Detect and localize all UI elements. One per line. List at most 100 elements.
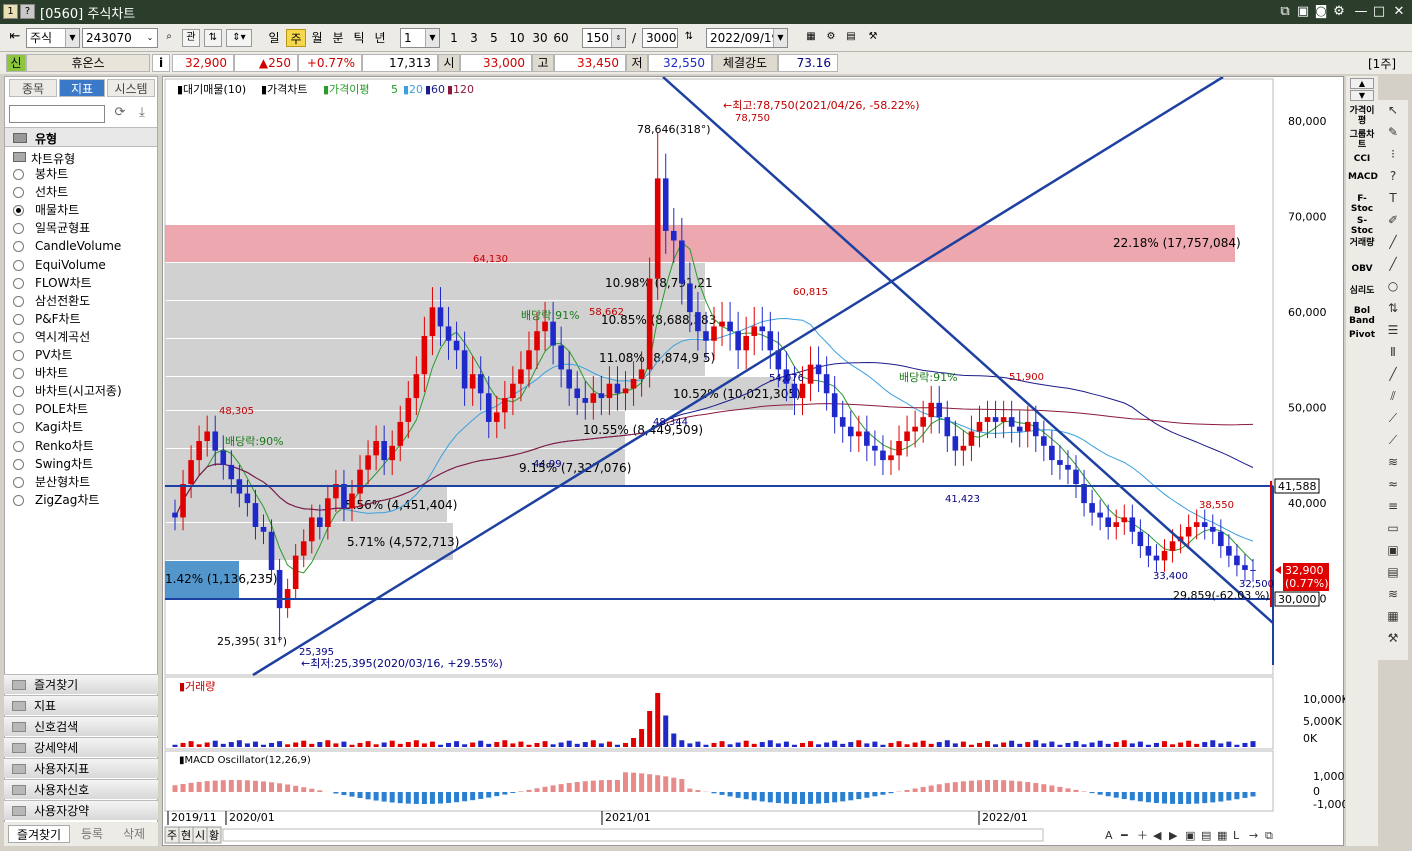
- fib-icon[interactable]: ⇅: [1382, 298, 1404, 318]
- date-input[interactable]: 2022/09/19 ▼: [706, 28, 788, 48]
- candle-body[interactable]: [1000, 417, 1007, 422]
- radio-button[interactable]: [13, 313, 24, 325]
- text-icon[interactable]: T: [1382, 188, 1404, 208]
- candle-body[interactable]: [268, 531, 275, 570]
- candle-body[interactable]: [1032, 421, 1039, 437]
- period-day[interactable]: 일: [264, 29, 284, 47]
- unit-5[interactable]: 5: [486, 29, 502, 47]
- candle-body[interactable]: [1113, 522, 1120, 527]
- minimize-button[interactable]: —: [1352, 3, 1370, 21]
- rect-icon[interactable]: ▣: [1382, 540, 1404, 560]
- candle-body[interactable]: [542, 321, 548, 332]
- candle-body[interactable]: [357, 469, 363, 494]
- type-section-header[interactable]: 유형: [5, 127, 157, 147]
- candle-body[interactable]: [582, 398, 589, 403]
- candle-body[interactable]: [421, 335, 428, 375]
- candle-body[interactable]: [228, 464, 235, 480]
- candle-body[interactable]: [461, 350, 468, 389]
- candle-body[interactable]: [1242, 565, 1248, 570]
- radio-button[interactable]: [13, 205, 24, 217]
- candle-body[interactable]: [1250, 569, 1256, 571]
- copy-icon[interactable]: ▤: [1382, 562, 1404, 582]
- pointer-icon[interactable]: ↖: [1382, 100, 1404, 120]
- group-3[interactable]: 강세약세: [4, 737, 158, 757]
- group-4[interactable]: 사용자지표: [4, 758, 158, 778]
- candle-body[interactable]: [719, 321, 725, 327]
- candle-body[interactable]: [373, 441, 379, 456]
- group-2[interactable]: 신호검색: [4, 716, 158, 736]
- radio-button[interactable]: [13, 386, 24, 398]
- unit-30[interactable]: 30: [529, 29, 551, 47]
- unit-3[interactable]: 3: [466, 29, 482, 47]
- speed-icon[interactable]: ⟋: [1382, 430, 1404, 450]
- candle-body[interactable]: [1016, 426, 1023, 432]
- radio-button[interactable]: [13, 350, 24, 361]
- register-button[interactable]: 등록: [72, 825, 112, 843]
- radio-button[interactable]: [13, 422, 24, 434]
- candle-body[interactable]: [244, 493, 251, 504]
- wave-icon[interactable]: ≋: [1382, 452, 1404, 472]
- indicator-9[interactable]: Bol Band: [1348, 306, 1376, 326]
- candle-body[interactable]: [477, 374, 484, 394]
- candle-body[interactable]: [1089, 503, 1095, 513]
- indicator-4[interactable]: F-Stoc: [1348, 194, 1376, 214]
- table-icon[interactable]: ▦: [1382, 606, 1404, 626]
- candle-body[interactable]: [341, 484, 347, 508]
- grid-icon[interactable]: ≡: [1382, 496, 1404, 516]
- period-tick[interactable]: 틱: [349, 29, 369, 47]
- candle-body[interactable]: [872, 445, 878, 451]
- refresh-icon[interactable]: ⟳: [111, 105, 129, 123]
- candle-body[interactable]: [662, 178, 669, 231]
- group-6[interactable]: 사용자강약: [4, 800, 158, 820]
- candle-body[interactable]: [912, 426, 918, 432]
- radio-button[interactable]: [13, 404, 24, 416]
- cycle-icon[interactable]: ≈: [1382, 474, 1404, 494]
- radio-button[interactable]: [13, 476, 24, 488]
- capture-icon[interactable]: ◙: [1312, 3, 1330, 21]
- candle-body[interactable]: [550, 321, 556, 346]
- radio-button[interactable]: [13, 494, 24, 506]
- help-icon[interactable]: ?: [1382, 166, 1404, 186]
- candle-body[interactable]: [196, 441, 202, 461]
- candle-body[interactable]: [1121, 517, 1128, 523]
- candle-body[interactable]: [389, 445, 396, 461]
- radio-button[interactable]: [13, 187, 24, 199]
- candle-body[interactable]: [317, 517, 323, 527]
- candle-body[interactable]: [598, 393, 605, 399]
- candle-body[interactable]: [300, 541, 307, 556]
- candle-body[interactable]: [614, 383, 621, 394]
- candle-body[interactable]: [590, 393, 597, 403]
- radio-button[interactable]: [13, 368, 24, 380]
- auto-icon[interactable]: ▭: [1382, 518, 1404, 538]
- candle-body[interactable]: [638, 369, 645, 379]
- updown-icon[interactable]: ⇕▾: [226, 29, 252, 47]
- unit-60[interactable]: 60: [550, 29, 572, 47]
- screen-link-icon[interactable]: ⧉: [1276, 3, 1294, 21]
- candle-body[interactable]: [1161, 550, 1168, 561]
- chart-area[interactable]: 22.18% (17,757,084) 10.98% (8,791,21 10.85…: [162, 75, 1349, 846]
- candle-body[interactable]: [1234, 555, 1240, 566]
- candle-body[interactable]: [558, 345, 564, 370]
- candle-body[interactable]: [212, 431, 219, 451]
- radio-button[interactable]: [13, 331, 24, 343]
- candle-body[interactable]: [679, 240, 685, 284]
- unit-1[interactable]: 1: [446, 29, 462, 47]
- save-icon[interactable]: ▤: [842, 29, 860, 47]
- candle-body[interactable]: [292, 555, 299, 590]
- channel-icon[interactable]: ⫽: [1382, 386, 1404, 406]
- search-icon[interactable]: ⌕: [160, 29, 178, 47]
- download-icon[interactable]: ⤓: [133, 105, 151, 123]
- candle-body[interactable]: [1129, 517, 1136, 532]
- candle-body[interactable]: [1185, 526, 1192, 537]
- candle-body[interactable]: [630, 378, 637, 389]
- candle-body[interactable]: [381, 441, 387, 461]
- scroll-down-icon[interactable]: ▼: [1350, 90, 1374, 101]
- candle-body[interactable]: [654, 178, 661, 279]
- indicator-10[interactable]: Pivot: [1348, 330, 1376, 340]
- gann-icon[interactable]: Ⅱ: [1382, 342, 1404, 362]
- indicator-0[interactable]: 가격이평: [1348, 106, 1376, 126]
- indicator-3[interactable]: MACD: [1348, 172, 1378, 182]
- candle-body[interactable]: [260, 526, 267, 532]
- radio-button[interactable]: [13, 241, 24, 253]
- volume-band-0[interactable]: [165, 225, 1235, 262]
